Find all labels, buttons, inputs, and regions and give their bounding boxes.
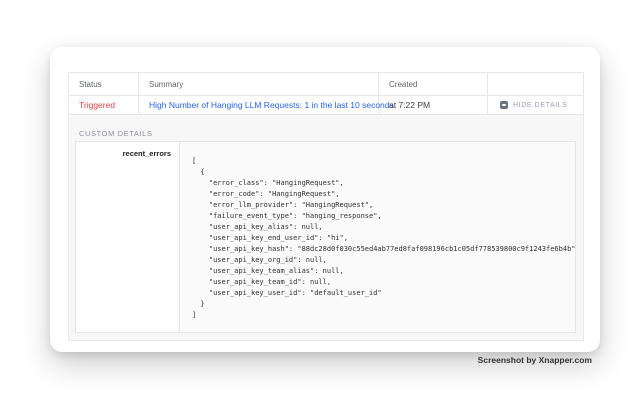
actions-cell: HIDE DETAILS: [488, 96, 583, 114]
recent-errors-key: recent_errors: [76, 142, 180, 332]
watermark-text: Screenshot by Xnapper.com: [478, 355, 592, 365]
hide-details-label: HIDE DETAILS: [513, 102, 568, 109]
table-row: Triggered High Number of Hanging LLM Req…: [69, 96, 583, 115]
column-header-created: Created: [379, 73, 488, 95]
alerts-table: Status Summary Created Triggered High Nu…: [68, 72, 584, 341]
summary-cell: High Number of Hanging LLM Requests: 1 i…: [139, 96, 379, 114]
custom-details-section: CUSTOM DETAILS recent_errors [ { "error_…: [69, 115, 583, 340]
status-cell: Triggered: [69, 96, 139, 114]
recent-errors-json: [ { "error_class": "HangingRequest", "er…: [180, 142, 575, 332]
status-badge: Triggered: [79, 100, 115, 110]
column-header-status: Status: [69, 73, 139, 95]
column-header-actions: [488, 73, 583, 95]
screenshot-canvas: Status Summary Created Triggered High Nu…: [0, 0, 640, 416]
created-cell: at 7:22 PM: [379, 96, 488, 114]
hide-details-button[interactable]: HIDE DETAILS: [498, 101, 568, 109]
table-header-row: Status Summary Created: [69, 73, 583, 96]
column-header-summary: Summary: [139, 73, 379, 95]
minus-square-icon: [500, 101, 508, 109]
alert-summary-link[interactable]: High Number of Hanging LLM Requests: 1 i…: [149, 100, 396, 110]
details-box: recent_errors [ { "error_class": "Hangin…: [75, 141, 576, 333]
created-time: at 7:22 PM: [389, 100, 430, 110]
alerts-panel-card: Status Summary Created Triggered High Nu…: [50, 47, 600, 352]
custom-details-label: CUSTOM DETAILS: [79, 129, 153, 138]
